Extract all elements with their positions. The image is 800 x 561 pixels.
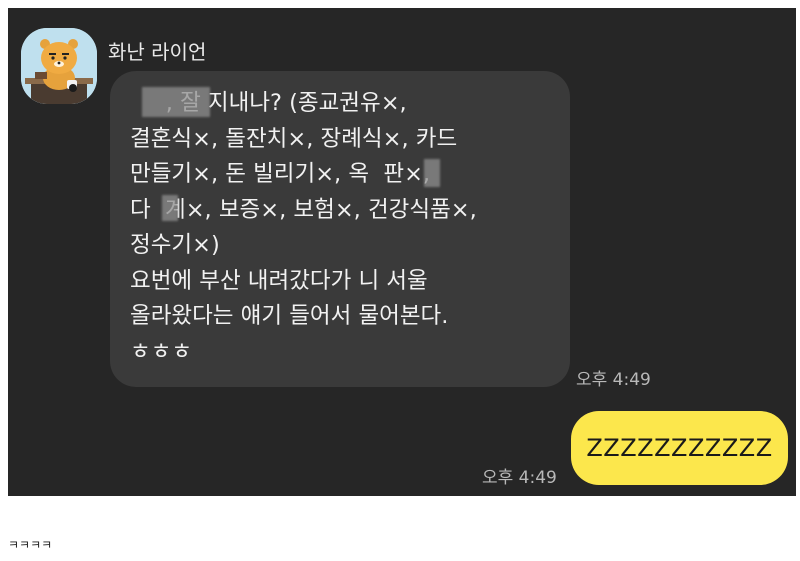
sender-name: 화난 라이언 (108, 40, 207, 64)
censor-blur (162, 195, 178, 221)
censor-blur (142, 87, 210, 117)
received-message-bubble[interactable]: , 잘 지내나? (종교권유×, 결혼식×, 돌잔치×, 장례식×, 카드 만들… (110, 71, 570, 387)
chat-screen: 화난 라이언 , 잘 지내나? (종교권유×, 결혼식×, 돌잔치×, 장례식×… (8, 8, 796, 496)
received-message-text: , 잘 지내나? (종교권유×, 결혼식×, 돌잔치×, 장례식×, 카드 만들… (130, 90, 477, 365)
profile-avatar[interactable] (21, 28, 97, 104)
censor-blur (424, 159, 440, 187)
caption-text: ㅋㅋㅋㅋ (8, 538, 53, 552)
ryan-avatar-icon (21, 28, 97, 104)
received-message-time: 오후 4:49 (576, 370, 651, 390)
sent-message-time: 오후 4:49 (482, 468, 557, 488)
sent-message-text: ZZZZZZZZZZZ (586, 434, 773, 462)
sent-message-bubble[interactable]: ZZZZZZZZZZZ (571, 411, 788, 485)
